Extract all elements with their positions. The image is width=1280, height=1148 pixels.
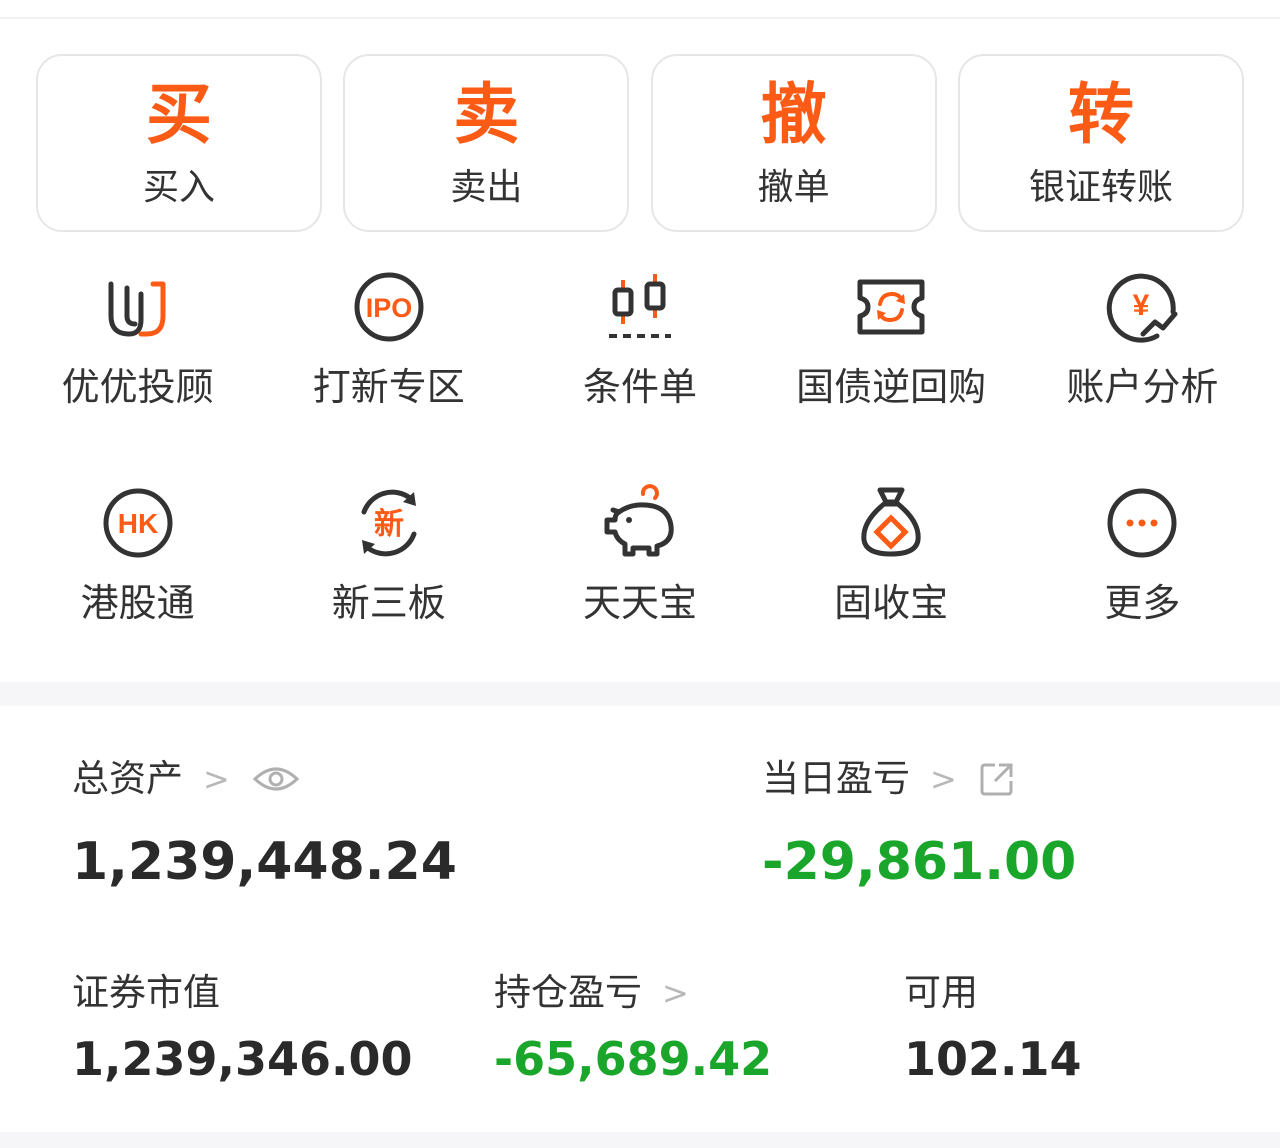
top-divider xyxy=(0,17,1280,19)
daily-pl-label[interactable]: 当日盈亏 > xyxy=(762,760,1015,797)
grid-label: 打新专区 xyxy=(312,365,465,409)
bank-transfer-button[interactable]: 转 银证转账 xyxy=(957,54,1244,232)
sell-label: 卖出 xyxy=(450,167,523,208)
cancel-order-button[interactable]: 撤 撤单 xyxy=(650,54,937,232)
grid-item-ipo[interactable]: IPO 打新专区 xyxy=(263,266,514,406)
transfer-label: 银证转账 xyxy=(1028,167,1173,208)
sell-button[interactable]: 卖 卖出 xyxy=(343,54,630,232)
feature-grid-row-2: HK 港股通 新 新三板 天天宝 固收宝 更多 xyxy=(12,482,1268,622)
grid-item-tiantianbao[interactable]: 天天宝 xyxy=(514,482,765,622)
daily-pl-value: -29,861.00 xyxy=(762,832,1077,892)
uu-advisor-icon xyxy=(97,266,179,348)
ticket-refresh-icon xyxy=(850,266,932,348)
total-assets-text: 总资产 xyxy=(72,757,183,800)
transfer-glyph: 转 xyxy=(1067,76,1134,153)
cancel-glyph: 撤 xyxy=(760,76,827,153)
daily-pl-text: 当日盈亏 xyxy=(762,757,910,800)
grid-label: 固收宝 xyxy=(834,581,949,625)
new-icon-text: 新 xyxy=(374,507,404,542)
bottom-divider xyxy=(0,1132,1280,1148)
available-text: 可用 xyxy=(904,971,978,1014)
market-value-text: 证券市值 xyxy=(72,971,220,1014)
cancel-label: 撤单 xyxy=(757,167,830,208)
position-pl-label[interactable]: 持仓盈亏 > xyxy=(494,974,689,1011)
position-pl-value: -65,689.42 xyxy=(494,1032,773,1086)
more-icon xyxy=(1101,482,1183,564)
grid-label: 国债逆回购 xyxy=(796,365,987,409)
grid-item-gushoubao[interactable]: 固收宝 xyxy=(766,482,1017,622)
chevron-right-icon: > xyxy=(930,759,957,798)
grid-item-repo[interactable]: 国债逆回购 xyxy=(766,266,1017,406)
grid-label: 新三板 xyxy=(331,581,446,625)
grid-label: 条件单 xyxy=(582,365,697,409)
total-assets-value: 1,239,448.24 xyxy=(72,832,457,892)
available-label: 可用 xyxy=(904,974,978,1011)
grid-item-hk-connect[interactable]: HK 港股通 xyxy=(12,482,263,622)
hk-icon: HK xyxy=(97,482,179,564)
buy-label: 买入 xyxy=(142,167,215,208)
grid-item-more[interactable]: 更多 xyxy=(1017,482,1268,622)
grid-label: 港股通 xyxy=(80,581,195,625)
eye-icon[interactable] xyxy=(252,763,300,795)
yuan-icon-text: ¥ xyxy=(1133,289,1150,322)
grid-label: 账户分析 xyxy=(1066,365,1219,409)
available-value: 102.14 xyxy=(904,1032,1082,1086)
buy-button[interactable]: 买 买入 xyxy=(36,54,322,232)
buy-glyph: 买 xyxy=(146,76,212,153)
total-assets-label[interactable]: 总资产 > xyxy=(72,760,300,797)
grid-label: 更多 xyxy=(1104,581,1181,625)
trade-buttons: 买 买入 卖 卖出 撤 撤单 转 银证转账 xyxy=(36,54,1244,234)
new-board-icon: 新 xyxy=(348,482,430,564)
sell-glyph: 卖 xyxy=(453,76,520,153)
chevron-right-icon: > xyxy=(662,973,689,1012)
ipo-icon-text: IPO xyxy=(366,293,413,323)
grid-item-new-third-board[interactable]: 新 新三板 xyxy=(263,482,514,622)
chevron-right-icon: > xyxy=(203,759,230,798)
piggy-bank-icon xyxy=(599,482,681,564)
position-pl-text: 持仓盈亏 xyxy=(494,971,642,1014)
money-bag-icon xyxy=(850,482,932,564)
grid-item-conditional-order[interactable]: 条件单 xyxy=(514,266,765,406)
grid-label: 天天宝 xyxy=(582,581,697,625)
market-value: 1,239,346.00 xyxy=(72,1032,413,1086)
hk-icon-text: HK xyxy=(117,508,157,539)
yuan-chart-icon: ¥ xyxy=(1101,266,1183,348)
grid-item-account-analysis[interactable]: ¥ 账户分析 xyxy=(1017,266,1268,406)
market-value-label: 证券市值 xyxy=(72,974,220,1011)
grid-label: 优优投顾 xyxy=(61,365,214,409)
candlestick-icon xyxy=(599,266,681,348)
section-divider xyxy=(0,682,1280,706)
share-icon[interactable] xyxy=(979,761,1015,797)
grid-item-uu-advisor[interactable]: 优优投顾 xyxy=(12,266,263,406)
ipo-icon: IPO xyxy=(348,266,430,348)
feature-grid-row-1: 优优投顾 IPO 打新专区 条件单 国债逆回购 ¥ 账户分析 xyxy=(12,266,1268,406)
